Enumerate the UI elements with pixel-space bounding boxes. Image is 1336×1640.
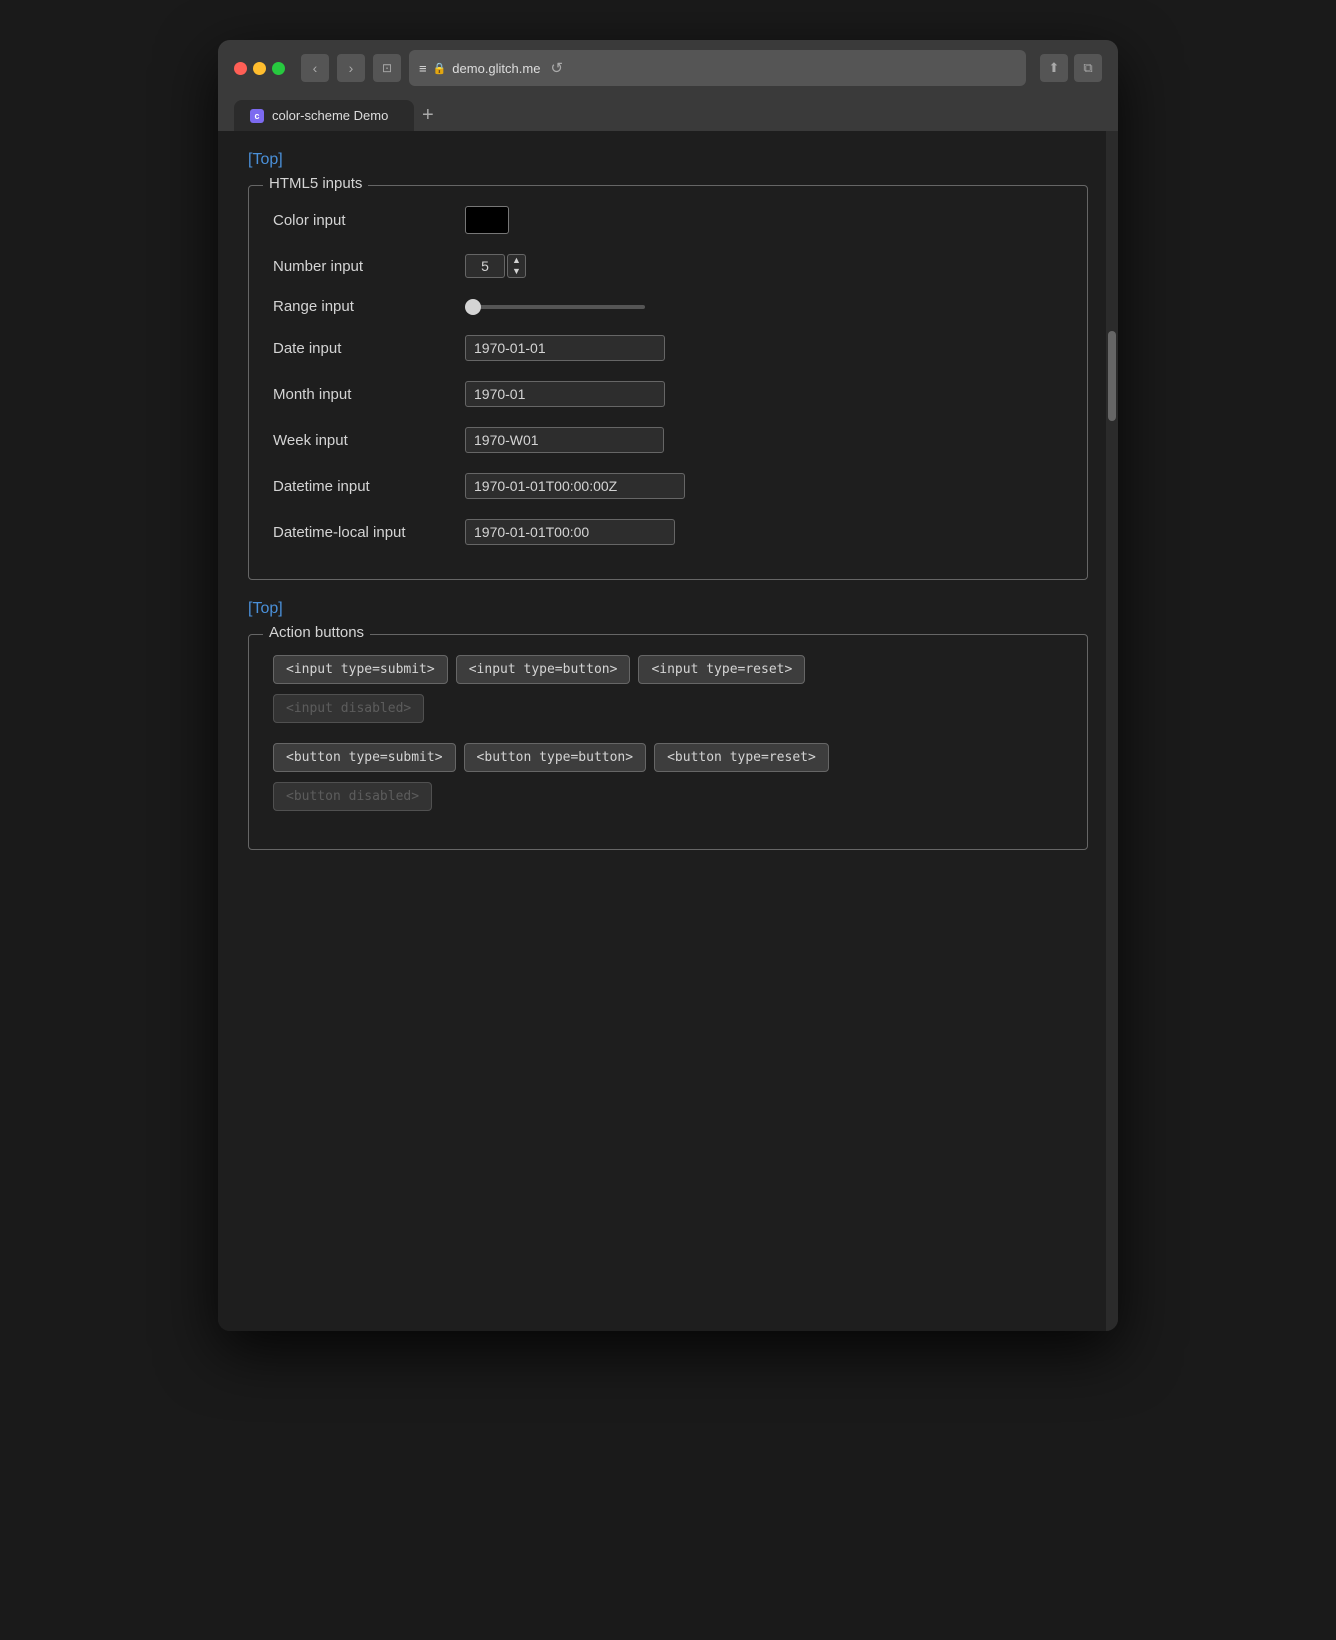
number-input-wrapper: ▲ ▼ bbox=[465, 254, 526, 278]
color-input-row: Color input bbox=[273, 206, 1063, 234]
datetime-local-label: Datetime-local input bbox=[273, 524, 453, 541]
back-button[interactable]: ‹ bbox=[301, 54, 329, 82]
range-input[interactable] bbox=[465, 305, 645, 309]
lock-icon: 🔒 bbox=[433, 62, 447, 75]
forward-button[interactable]: › bbox=[337, 54, 365, 82]
date-input-row: Date input bbox=[273, 335, 1063, 361]
window-buttons: ⬆ ⧉ bbox=[1040, 54, 1102, 82]
top-link-1[interactable]: [Top] bbox=[248, 151, 283, 169]
page-content: [Top] HTML5 inputs Color input Number in… bbox=[218, 131, 1118, 1331]
color-input[interactable] bbox=[465, 206, 509, 234]
url-text: demo.glitch.me bbox=[452, 61, 540, 76]
range-input-row: Range input bbox=[273, 298, 1063, 315]
number-input[interactable] bbox=[465, 254, 505, 278]
browser-window: ‹ › ⊡ ≡ 🔒 demo.glitch.me ↺ ⬆ ⧉ c color-s… bbox=[218, 40, 1118, 1331]
tab-favicon: c bbox=[250, 109, 264, 123]
traffic-lights bbox=[234, 62, 285, 75]
active-tab[interactable]: c color-scheme Demo bbox=[234, 100, 414, 131]
number-spinner: ▲ ▼ bbox=[507, 254, 526, 278]
action-buttons-section: Action buttons <input type=submit> <inpu… bbox=[248, 634, 1088, 850]
address-bar[interactable]: ≡ 🔒 demo.glitch.me ↺ bbox=[409, 50, 1026, 86]
html5-section-legend: HTML5 inputs bbox=[263, 175, 368, 192]
number-label: Number input bbox=[273, 258, 453, 275]
button-disabled-row: <button disabled> bbox=[273, 782, 1063, 811]
reload-button[interactable]: ↺ bbox=[546, 55, 567, 81]
datetime-label: Datetime input bbox=[273, 478, 453, 495]
date-label: Date input bbox=[273, 340, 453, 357]
html5-inputs-section: HTML5 inputs Color input Number input ▲ … bbox=[248, 185, 1088, 580]
top-link-2[interactable]: [Top] bbox=[248, 600, 283, 618]
sidebar-button[interactable]: ⊡ bbox=[373, 54, 401, 82]
close-button[interactable] bbox=[234, 62, 247, 75]
tab-bar: c color-scheme Demo + bbox=[234, 100, 1102, 131]
minimize-button[interactable] bbox=[253, 62, 266, 75]
scrollbar-thumb[interactable] bbox=[1108, 331, 1116, 421]
week-input[interactable] bbox=[465, 427, 664, 453]
month-input[interactable] bbox=[465, 381, 665, 407]
input-reset-button[interactable]: <input type=reset> bbox=[638, 655, 805, 684]
input-buttons-row: <input type=submit> <input type=button> … bbox=[273, 655, 1063, 684]
week-input-row: Week input bbox=[273, 427, 1063, 453]
button-disabled-button: <button disabled> bbox=[273, 782, 432, 811]
browser-titlebar: ‹ › ⊡ ≡ 🔒 demo.glitch.me ↺ ⬆ ⧉ c color-s… bbox=[218, 40, 1118, 131]
number-input-row: Number input ▲ ▼ bbox=[273, 254, 1063, 278]
scrollbar-track[interactable] bbox=[1106, 131, 1118, 1331]
datetime-local-input-row: Datetime-local input bbox=[273, 519, 1063, 545]
button-reset-button[interactable]: <button type=reset> bbox=[654, 743, 829, 772]
windows-button[interactable]: ⧉ bbox=[1074, 54, 1102, 82]
button-submit-button[interactable]: <button type=submit> bbox=[273, 743, 456, 772]
datetime-input[interactable] bbox=[465, 473, 685, 499]
color-label: Color input bbox=[273, 212, 453, 229]
maximize-button[interactable] bbox=[272, 62, 285, 75]
month-input-row: Month input bbox=[273, 381, 1063, 407]
date-input[interactable] bbox=[465, 335, 665, 361]
share-button[interactable]: ⬆ bbox=[1040, 54, 1068, 82]
input-submit-button[interactable]: <input type=submit> bbox=[273, 655, 448, 684]
spin-down-button[interactable]: ▼ bbox=[508, 266, 525, 277]
button-button-button[interactable]: <button type=button> bbox=[464, 743, 647, 772]
spin-up-button[interactable]: ▲ bbox=[508, 255, 525, 266]
action-section-legend: Action buttons bbox=[263, 624, 370, 641]
input-disabled-row: <input disabled> bbox=[273, 694, 1063, 723]
datetime-local-input[interactable] bbox=[465, 519, 675, 545]
button-buttons-row: <button type=submit> <button type=button… bbox=[273, 743, 1063, 772]
input-disabled-button: <input disabled> bbox=[273, 694, 424, 723]
tab-title: color-scheme Demo bbox=[272, 108, 388, 123]
new-tab-button[interactable]: + bbox=[414, 100, 442, 131]
range-label: Range input bbox=[273, 298, 453, 315]
input-button-button[interactable]: <input type=button> bbox=[456, 655, 631, 684]
month-label: Month input bbox=[273, 386, 453, 403]
week-label: Week input bbox=[273, 432, 453, 449]
menu-icon: ≡ bbox=[419, 61, 427, 76]
datetime-input-row: Datetime input bbox=[273, 473, 1063, 499]
address-bar-container: ≡ 🔒 demo.glitch.me ↺ bbox=[409, 50, 1026, 86]
